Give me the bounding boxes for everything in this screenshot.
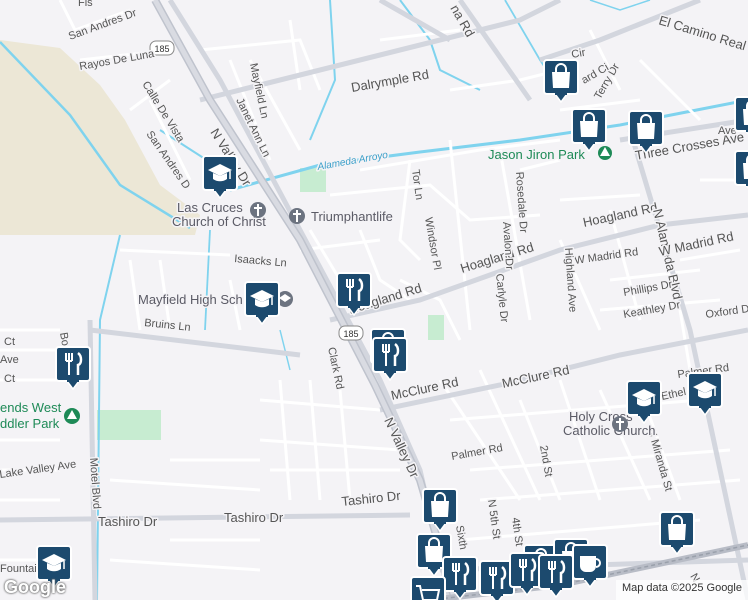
road-label-fragment: Ave (718, 125, 737, 137)
google-logo: Google (4, 577, 66, 597)
grocery-pin[interactable] (410, 576, 446, 600)
church-marker[interactable] (289, 208, 305, 224)
place-label-west-park[interactable]: ends West (0, 399, 63, 417)
map-canvas[interactable]: 185 185 N Valley Dr N Valley Dr Dalrympl… (0, 0, 748, 600)
place-label-jason-jiron-park[interactable]: Jason Jiron Park (487, 146, 587, 164)
road-label-fragment: Ct (4, 373, 15, 385)
route-185-shield: 185 (338, 325, 364, 341)
road-label-fragment: Bo (57, 331, 71, 346)
place-label-holy-cross[interactable]: Catholic Church (562, 422, 658, 440)
road-label-fragment: Ct (4, 336, 15, 348)
map-attribution[interactable]: Map data ©2025 Google (615, 580, 748, 600)
place-label-mayfield-high[interactable]: Mayfield High Sch (137, 291, 245, 309)
park-marker[interactable] (64, 408, 80, 424)
road-label-fragment: Fis (78, 0, 93, 9)
road-label-tashiro-dr: Tashiro Dr (98, 514, 158, 529)
place-label-las-cruces-church[interactable]: Las Cruces (176, 199, 245, 217)
place-label-west-park[interactable]: ddler Park (0, 415, 61, 433)
church-marker[interactable] (250, 202, 266, 218)
restaurant-pin[interactable] (479, 560, 515, 600)
road-label-fragment: Fountai (0, 563, 37, 575)
church-marker[interactable] (612, 416, 628, 432)
place-label-triumphantlife[interactable]: Triumphantlife (310, 208, 395, 226)
place-label-las-cruces-church[interactable]: Church of Christ (171, 213, 268, 231)
road-label-fragment: Ave (0, 354, 19, 366)
park-marker[interactable] (598, 146, 612, 160)
svg-text:185: 185 (343, 329, 358, 339)
park-area (428, 315, 444, 340)
road-label-tashiro-dr: Tashiro Dr (224, 510, 284, 525)
svg-text:185: 185 (154, 44, 169, 54)
park-area (97, 410, 161, 440)
road-label-fragment: Cir (570, 47, 586, 61)
